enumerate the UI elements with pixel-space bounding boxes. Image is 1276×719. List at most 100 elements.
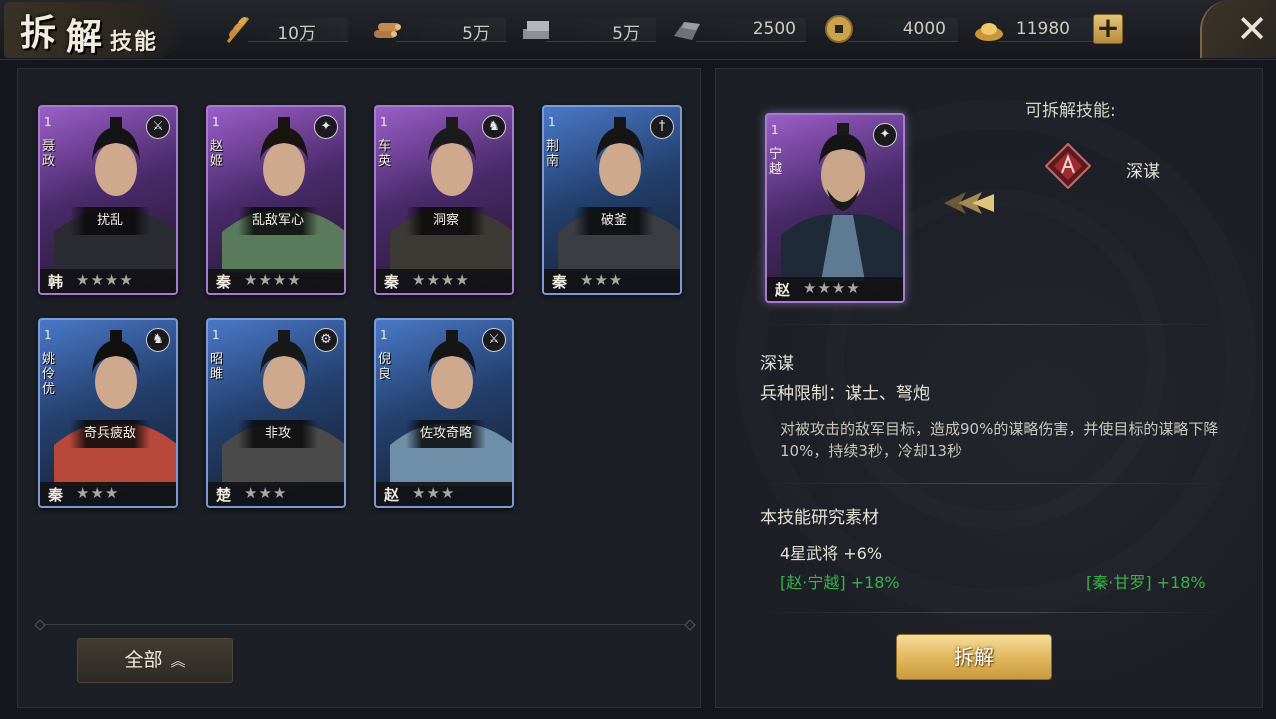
troop-limit: 兵种限制：谋士、弩炮 (760, 384, 930, 404)
filter-all-button[interactable]: 全部 ︽ (77, 638, 233, 683)
troop-type-icon: ⚙ (314, 328, 338, 352)
card-footer: 秦 ★★★ (544, 269, 680, 293)
troop-type-icon: ✦ (314, 115, 338, 139)
general-name: 赵姬 (210, 139, 224, 169)
card-footer: 秦 ★★★★ (208, 269, 344, 293)
wood-value: 5万 (462, 24, 490, 44)
decomposable-skill-label: 可拆解技能: (1025, 101, 1116, 121)
general-level: 1 (548, 115, 556, 129)
general-name: 荆南 (546, 139, 560, 169)
iron-icon (674, 22, 700, 40)
add-gold-button[interactable]: + (1093, 14, 1123, 44)
material-general-2: [秦·甘罗] +18% (1086, 573, 1206, 592)
general-stars: ★★★★ (412, 271, 470, 289)
general-stars: ★★★ (244, 484, 288, 502)
troop-type-icon: ✦ (873, 123, 897, 147)
selected-name: 宁越 (769, 147, 783, 177)
title-char-1: 拆 (20, 12, 57, 54)
detail-divider-3 (760, 612, 1230, 613)
resource-copper: 4000 (822, 12, 962, 46)
general-card[interactable]: 1 倪良 ⚔ 佐攻奇略赵 ★★★ (374, 318, 514, 508)
general-skill: 非攻 (238, 420, 318, 448)
general-name: 倪良 (378, 352, 392, 382)
general-stars: ★★★ (76, 484, 120, 502)
grain-icon (226, 17, 250, 43)
resource-grain: 10万 (222, 12, 352, 46)
general-skill: 洞察 (406, 207, 486, 235)
general-name: 车英 (378, 139, 392, 169)
copper-value: 4000 (902, 19, 946, 39)
general-level: 1 (212, 328, 220, 342)
gold-ingot-icon (975, 23, 1003, 41)
general-level: 1 (44, 115, 52, 129)
general-card[interactable]: 1 车英 ♞ 洞察秦 ★★★★ (374, 105, 514, 295)
general-nation: 秦 (48, 486, 64, 504)
general-card[interactable]: 1 赵姬 ✦ 乱敌军心秦 ★★★★ (206, 105, 346, 295)
selected-stars: ★★★★ (803, 279, 861, 297)
selected-level: 1 (771, 123, 779, 137)
general-stars: ★★★ (412, 484, 456, 502)
selected-nation: 赵 (775, 281, 791, 299)
gold-value: 11980 (1015, 19, 1070, 39)
general-nation: 赵 (384, 486, 400, 504)
selected-general-card[interactable]: 1 宁越 ✦ 赵 ★★★★ (765, 113, 905, 303)
list-divider (40, 624, 690, 625)
card-footer: 楚 ★★★ (208, 482, 344, 506)
stone-value: 5万 (612, 24, 640, 44)
general-stars: ★★★★ (76, 271, 134, 289)
research-material-title: 本技能研究素材 (760, 508, 879, 528)
skill-title: 深谋 (760, 354, 794, 374)
grain-value: 10万 (277, 24, 316, 44)
skill-icon-name: 深谋 (1126, 162, 1160, 182)
arrow-right-icon (944, 192, 994, 214)
skill-diamond-icon[interactable] (1045, 143, 1091, 189)
general-level: 1 (212, 115, 220, 129)
general-level: 1 (380, 115, 388, 129)
material-star-general: 4星武将 +6% (780, 544, 883, 563)
general-skill: 奇兵疲敌 (70, 420, 150, 448)
general-card[interactable]: 1 聂政 ⚔ 扰乱韩 ★★★★ (38, 105, 178, 295)
general-nation: 韩 (48, 273, 64, 291)
decompose-button[interactable]: 拆解 (896, 634, 1052, 680)
general-card[interactable]: 1 荆南 † 破釜秦 ★★★ (542, 105, 682, 295)
title-small: 技能 (110, 29, 159, 55)
close-icon[interactable]: ✕ (1232, 10, 1272, 50)
copper-coin-icon (825, 15, 853, 43)
general-nation: 秦 (552, 273, 568, 291)
general-name: 聂政 (42, 139, 56, 169)
troop-type-icon: ♞ (482, 115, 506, 139)
card-footer: 韩 ★★★★ (40, 269, 176, 293)
skill-description: 对被攻击的敌军目标，造成90%的谋略伤害，并使目标的谋略下降10%，持续3秒，冷… (780, 420, 1219, 460)
troop-type-icon: † (650, 115, 674, 139)
general-skill: 佐攻奇略 (406, 420, 486, 448)
troop-type-icon: ⚔ (146, 115, 170, 139)
general-nation: 秦 (216, 273, 232, 291)
general-card[interactable]: 1 昭雎 ⚙ 非攻楚 ★★★ (206, 318, 346, 508)
general-skill: 乱敌军心 (238, 207, 318, 235)
page-title: 拆 解 技能 (4, 2, 184, 58)
card-footer: 秦 ★★★ (40, 482, 176, 506)
chevron-up-icon: ︽ (170, 652, 186, 670)
general-nation: 楚 (216, 486, 232, 504)
general-name: 昭雎 (210, 352, 224, 382)
title-char-2: 解 (66, 16, 103, 58)
detail-divider-2 (760, 483, 1230, 484)
resource-wood: 5万 (370, 12, 510, 46)
general-level: 1 (380, 328, 388, 342)
resource-stone: 5万 (520, 12, 660, 46)
general-stars: ★★★★ (244, 271, 302, 289)
troop-type-icon: ♞ (146, 328, 170, 352)
resource-gold: 11980 (972, 12, 1094, 46)
general-card[interactable]: 1 姚伶优 ♞ 奇兵疲敌秦 ★★★ (38, 318, 178, 508)
card-footer: 赵 ★★★ (376, 482, 512, 506)
resource-iron: 2500 (670, 12, 810, 46)
troop-type-icon: ⚔ (482, 328, 506, 352)
detail-divider-1 (760, 324, 1230, 325)
iron-value: 2500 (752, 19, 796, 39)
general-skill: 破釜 (574, 207, 654, 235)
close-tab: ✕ (1200, 0, 1276, 58)
general-skill: 扰乱 (70, 207, 150, 235)
general-stars: ★★★ (580, 271, 624, 289)
top-bar: 拆 解 技能 10万 5万 5万 2500 4000 11980 + ✕ (0, 0, 1276, 60)
card-footer: 秦 ★★★★ (376, 269, 512, 293)
